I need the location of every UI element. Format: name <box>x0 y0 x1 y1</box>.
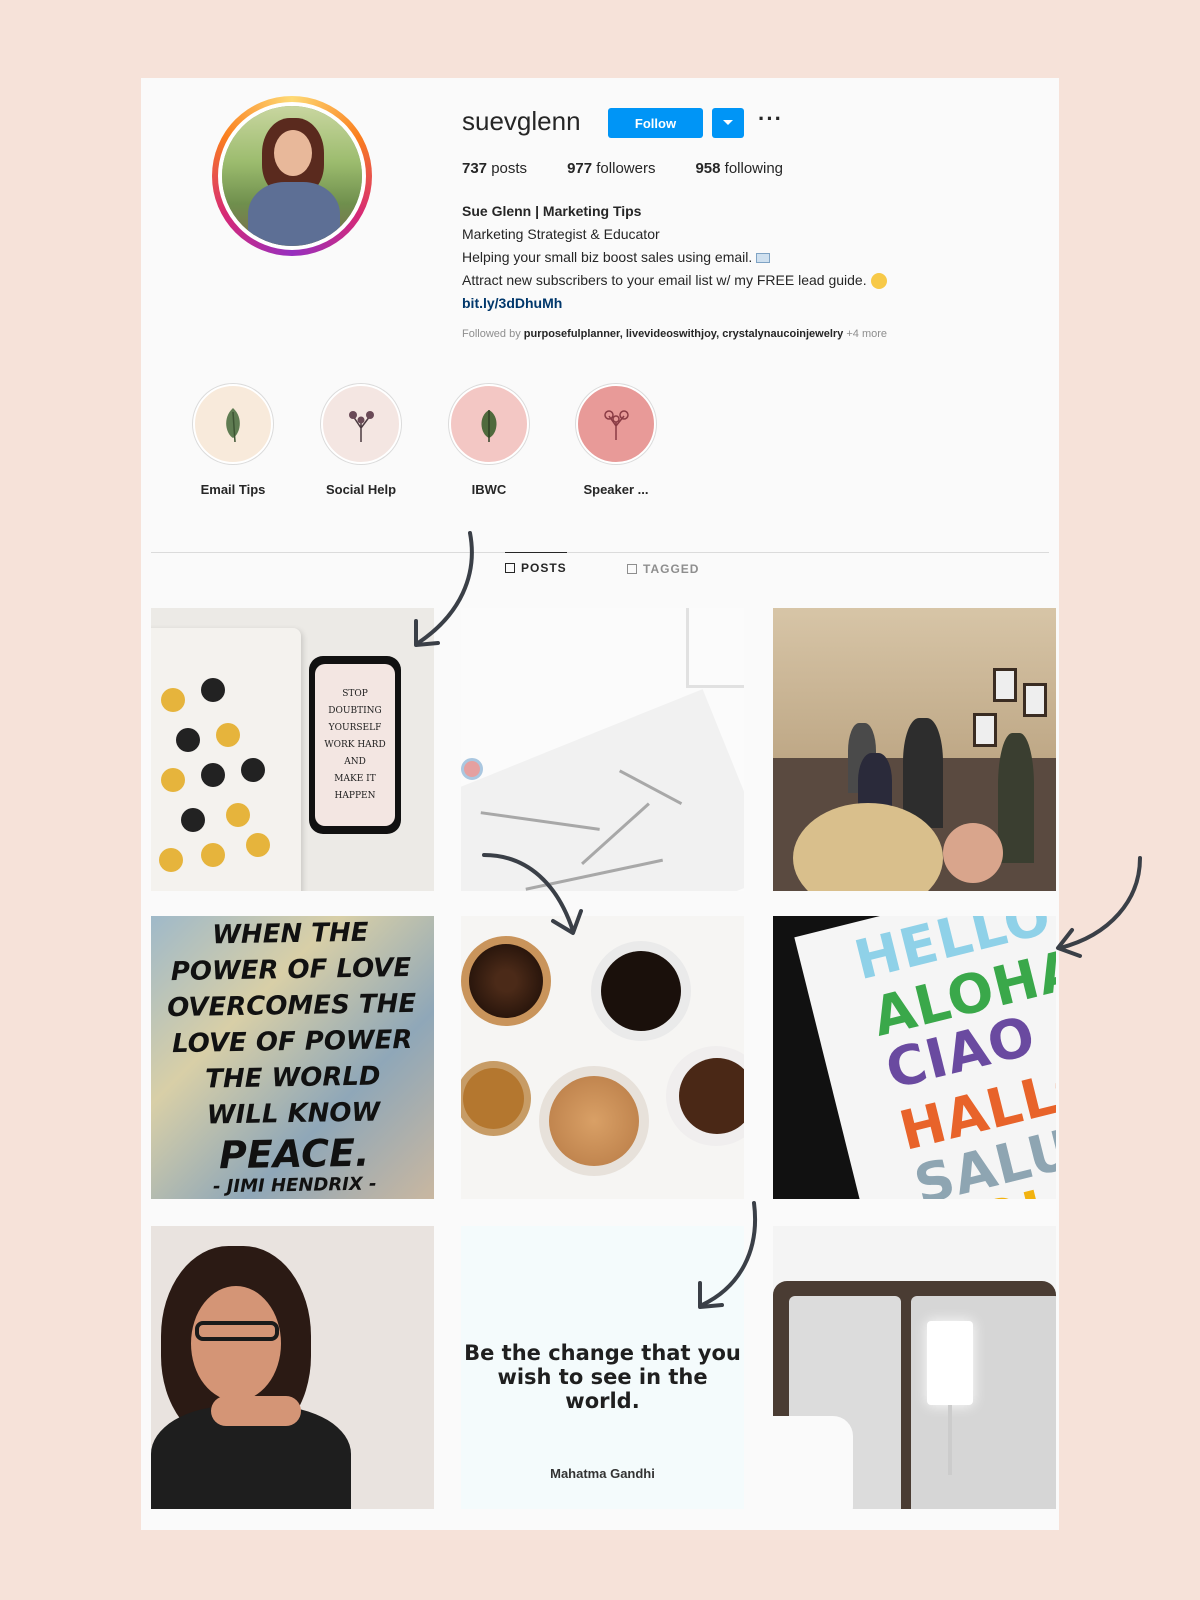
profile-stats: 737 posts 977 followers 958 following <box>462 160 783 177</box>
profile-page: suevglenn Follow ··· 737 posts 977 follo… <box>141 78 1059 1530</box>
quote-text: WHEN THE POWER OF LOVE OVERCOMES THE LOV… <box>166 917 417 1198</box>
envelope-emoji-icon <box>756 253 771 264</box>
post-tile[interactable]: STOP DOUBTING YOURSELF WORK HARD AND MAK… <box>151 608 434 891</box>
highlight-ibwc[interactable]: IBWC <box>439 384 539 497</box>
post-tile[interactable] <box>461 916 744 1199</box>
post-tile[interactable] <box>151 1226 434 1509</box>
grid-icon <box>505 563 515 573</box>
flower-icon <box>576 384 656 464</box>
bio-line: Marketing Strategist & Educator <box>462 226 660 242</box>
bio-line: Attract new subscribers to your email li… <box>462 269 1022 292</box>
phone-image: STOP DOUBTING YOURSELF WORK HARD AND MAK… <box>309 656 401 834</box>
tag-icon <box>627 564 637 574</box>
following-count[interactable]: 958 following <box>695 160 783 177</box>
post-tile[interactable]: HELLO ALOHA CIAO HALLO SALUT HOLA <box>773 916 1056 1199</box>
glasses <box>195 1321 279 1341</box>
annotation-arrow <box>1056 856 1142 958</box>
post-tile[interactable] <box>773 1226 1056 1509</box>
post-tile[interactable]: WHEN THE POWER OF LOVE OVERCOMES THE LOV… <box>151 916 434 1199</box>
bio-link[interactable]: bit.ly/3dDhuMh <box>462 292 1022 315</box>
highlight-label: Speaker ... <box>583 482 649 497</box>
more-options-icon[interactable]: ··· <box>758 106 783 132</box>
highlight-label: Email Tips <box>200 482 266 497</box>
profile-avatar-story-ring[interactable] <box>212 96 372 256</box>
annotation-arrow <box>698 1201 757 1309</box>
bio-name: Sue Glenn | Marketing Tips <box>462 203 642 219</box>
bio-line: Helping your small biz boost sales using… <box>462 246 1022 269</box>
tabs-divider <box>151 552 1049 553</box>
annotation-arrow <box>414 531 474 647</box>
leaf-icon <box>193 384 273 464</box>
bio: Sue Glenn | Marketing Tips Marketing Str… <box>462 200 1022 315</box>
highlight-social-help[interactable]: Social Help <box>311 384 411 497</box>
username: suevglenn <box>462 106 581 136</box>
tab-posts[interactable]: POSTS <box>505 552 567 582</box>
followers-count[interactable]: 977 followers <box>567 160 655 177</box>
highlight-label: Social Help <box>325 482 397 497</box>
raised-hands-emoji-icon <box>870 273 887 290</box>
highlight-speaker[interactable]: Speaker ... <box>566 384 666 497</box>
highlight-label: IBWC <box>471 482 507 497</box>
followed-by[interactable]: Followed by purposefulplanner, livevideo… <box>462 328 887 340</box>
quote-author: Mahatma Gandhi <box>550 1466 655 1481</box>
posts-count: 737 posts <box>462 160 528 177</box>
avatar[interactable] <box>218 102 366 250</box>
tab-tagged[interactable]: TAGGED <box>627 556 699 586</box>
flower-icon <box>321 384 401 464</box>
leaf-icon <box>449 384 529 464</box>
follow-button[interactable]: Follow <box>608 108 703 138</box>
suggested-accounts-dropdown-button[interactable] <box>712 108 744 138</box>
highlight-email-tips[interactable]: Email Tips <box>183 384 283 497</box>
annotation-arrow <box>482 853 583 935</box>
post-tile[interactable] <box>773 608 1056 891</box>
quote-text: Be the change that you wish to see in th… <box>464 1341 741 1413</box>
